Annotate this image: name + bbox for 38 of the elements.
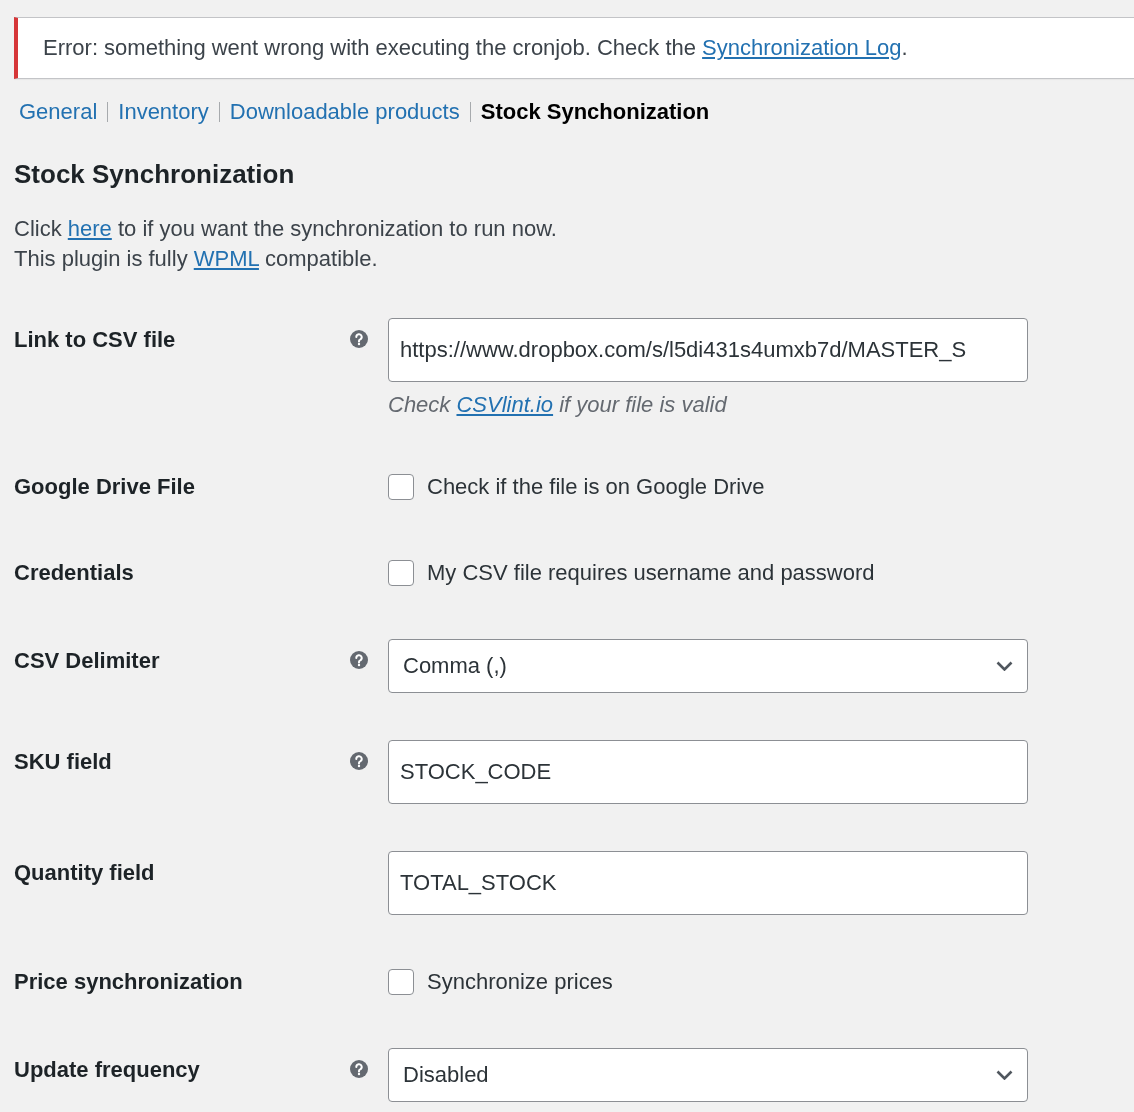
field-description: Check CSVlint.io if your file is valid bbox=[388, 391, 729, 419]
field-label: SKU field bbox=[14, 748, 112, 776]
help-icon[interactable] bbox=[350, 752, 368, 770]
text-field[interactable]: STOCK_CODE bbox=[388, 740, 1028, 804]
field-label: Update frequency bbox=[14, 1056, 200, 1084]
help-icon[interactable] bbox=[350, 651, 368, 669]
checkbox-label[interactable]: Check if the file is on Google Drive bbox=[427, 472, 765, 502]
field-label: CSV Delimiter bbox=[14, 647, 160, 675]
dropdown[interactable]: Disabled bbox=[388, 1048, 1028, 1102]
chevron-down-icon bbox=[996, 661, 1013, 671]
inline-link[interactable]: CSVlint.io bbox=[456, 392, 554, 417]
checkbox-label[interactable]: My CSV file requires username and password bbox=[427, 558, 875, 588]
tab[interactable]: Downloadable products bbox=[229, 97, 460, 127]
field-label: Credentials bbox=[14, 559, 134, 587]
inline-link[interactable]: Synchronization Log bbox=[702, 35, 902, 60]
intro-text: This plugin is fully WPML compatible. bbox=[14, 245, 379, 273]
intro-text: Click here to if you want the synchronization to run now. bbox=[14, 215, 558, 243]
tab[interactable]: Inventory bbox=[118, 97, 209, 127]
help-icon[interactable] bbox=[350, 1060, 368, 1078]
field-label: Price synchronization bbox=[14, 968, 243, 996]
tab[interactable]: General bbox=[19, 97, 98, 127]
notice-message: Error: something went wrong with executing the cronjob. Check the Synchronization Log. bbox=[43, 34, 908, 62]
field-label: Google Drive File bbox=[14, 473, 195, 501]
field-label: Quantity field bbox=[14, 859, 155, 887]
checkbox[interactable] bbox=[388, 969, 414, 995]
chevron-down-icon bbox=[996, 1070, 1013, 1080]
text-field[interactable]: https://www.dropbox.com/s/l5di431s4umxb7d/MASTER_S bbox=[388, 318, 1028, 382]
field-label: Link to CSV file bbox=[14, 326, 176, 354]
checkbox[interactable] bbox=[388, 560, 414, 586]
tab[interactable]: Stock Synchonization bbox=[480, 97, 710, 127]
checkbox[interactable] bbox=[388, 474, 414, 500]
checkbox-label[interactable]: Synchronize prices bbox=[427, 967, 613, 997]
help-icon[interactable] bbox=[350, 330, 368, 348]
inline-link[interactable]: WPML bbox=[193, 246, 259, 271]
dropdown[interactable]: Comma (,) bbox=[388, 639, 1028, 693]
text-field[interactable]: TOTAL_STOCK bbox=[388, 851, 1028, 915]
inline-link[interactable]: here bbox=[67, 216, 112, 241]
page-heading: Stock Synchronization bbox=[14, 158, 296, 190]
